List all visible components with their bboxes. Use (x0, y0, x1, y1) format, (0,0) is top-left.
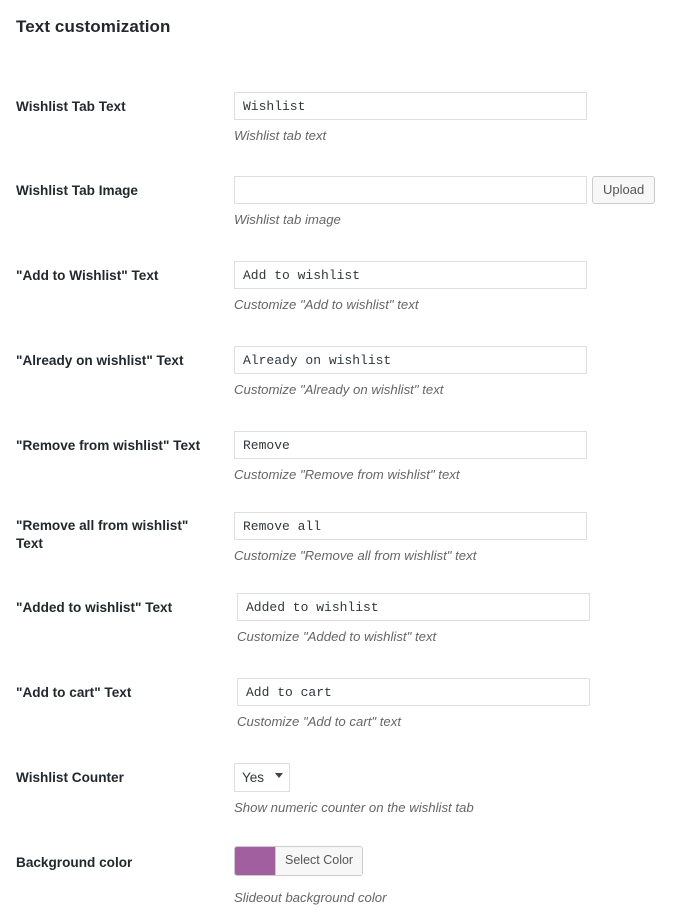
field-label: "Already on wishlist" Text (16, 352, 228, 370)
field-label: "Remove all from wishlist" Text (16, 517, 212, 553)
field-control-group: Customize "Remove all from wishlist" tex… (234, 512, 587, 564)
remove-all-from-wishlist-text-input[interactable] (234, 512, 587, 540)
color-swatch[interactable] (235, 847, 276, 875)
field-description: Customize "Added to wishlist" text (237, 629, 590, 645)
upload-field-wrap: Upload (234, 176, 655, 204)
field-control-group: Customize "Already on wishlist" text (234, 346, 587, 398)
form-row-add-to-wishlist-text: "Add to Wishlist" Text Customize "Add to… (0, 245, 679, 330)
form-row-wishlist-tab-image: Wishlist Tab Image Upload Wishlist tab i… (0, 160, 679, 245)
field-label: "Add to cart" Text (16, 684, 228, 702)
field-control-group: Customize "Add to wishlist" text (234, 261, 587, 313)
add-to-cart-text-input[interactable] (237, 678, 590, 706)
field-label: Wishlist Tab Text (16, 98, 228, 116)
form-row-add-to-cart-text: "Add to cart" Text Customize "Add to car… (0, 662, 679, 747)
remove-from-wishlist-text-input[interactable] (234, 431, 587, 459)
field-label: Wishlist Tab Image (16, 182, 228, 200)
form-row-background-color: Background color Select Color Slideout b… (0, 832, 679, 912)
field-control-group: Yes Show numeric counter on the wishlist… (234, 763, 474, 816)
field-label: "Add to Wishlist" Text (16, 267, 228, 285)
field-control-group: Select Color Slideout background color (234, 846, 387, 906)
field-label: "Remove from wishlist" Text (16, 437, 228, 455)
added-to-wishlist-text-input[interactable] (237, 593, 590, 621)
upload-button[interactable]: Upload (592, 176, 655, 204)
field-label: "Added to wishlist" Text (16, 599, 228, 617)
wishlist-counter-select-value[interactable]: Yes (234, 763, 290, 792)
form-row-wishlist-tab-text: Wishlist Tab Text Wishlist tab text (0, 76, 679, 160)
add-to-wishlist-text-input[interactable] (234, 261, 587, 289)
field-control-group: Upload Wishlist tab image (234, 176, 655, 228)
field-description: Customize "Add to wishlist" text (234, 297, 587, 313)
already-on-wishlist-text-input[interactable] (234, 346, 587, 374)
wishlist-counter-select[interactable]: Yes (234, 763, 290, 792)
field-description: Customize "Already on wishlist" text (234, 382, 587, 398)
background-color-picker[interactable]: Select Color (234, 846, 363, 876)
field-label: Wishlist Counter (16, 769, 228, 787)
form-row-added-to-wishlist-text: "Added to wishlist" Text Customize "Adde… (0, 577, 679, 662)
field-label: Background color (16, 854, 228, 872)
field-description: Customize "Remove from wishlist" text (234, 467, 587, 483)
field-description: Customize "Remove all from wishlist" tex… (234, 548, 587, 564)
field-description: Wishlist tab image (234, 212, 655, 228)
wishlist-tab-text-input[interactable] (234, 92, 587, 120)
field-control-group: Customize "Remove from wishlist" text (234, 431, 587, 483)
field-description: Slideout background color (234, 890, 387, 906)
form-row-wishlist-counter: Wishlist Counter Yes Show numeric counte… (0, 747, 679, 832)
form-row-remove-from-wishlist-text: "Remove from wishlist" Text Customize "R… (0, 415, 679, 496)
page-title: Text customization (16, 17, 171, 37)
form-row-already-on-wishlist-text: "Already on wishlist" Text Customize "Al… (0, 330, 679, 415)
field-description: Show numeric counter on the wishlist tab (234, 800, 474, 816)
wishlist-tab-image-input[interactable] (234, 176, 587, 204)
field-description: Customize "Add to cart" text (237, 714, 590, 730)
form-row-remove-all-from-wishlist-text: "Remove all from wishlist" Text Customiz… (0, 496, 679, 577)
text-customization-page: Text customization Wishlist Tab Text Wis… (0, 0, 679, 922)
field-control-group: Customize "Add to cart" text (237, 678, 590, 730)
field-description: Wishlist tab text (234, 128, 587, 144)
field-control-group: Wishlist tab text (234, 92, 587, 144)
field-control-group: Customize "Added to wishlist" text (237, 593, 590, 645)
settings-form-table: Wishlist Tab Text Wishlist tab text Wish… (0, 76, 679, 912)
select-color-button[interactable]: Select Color (276, 847, 362, 875)
